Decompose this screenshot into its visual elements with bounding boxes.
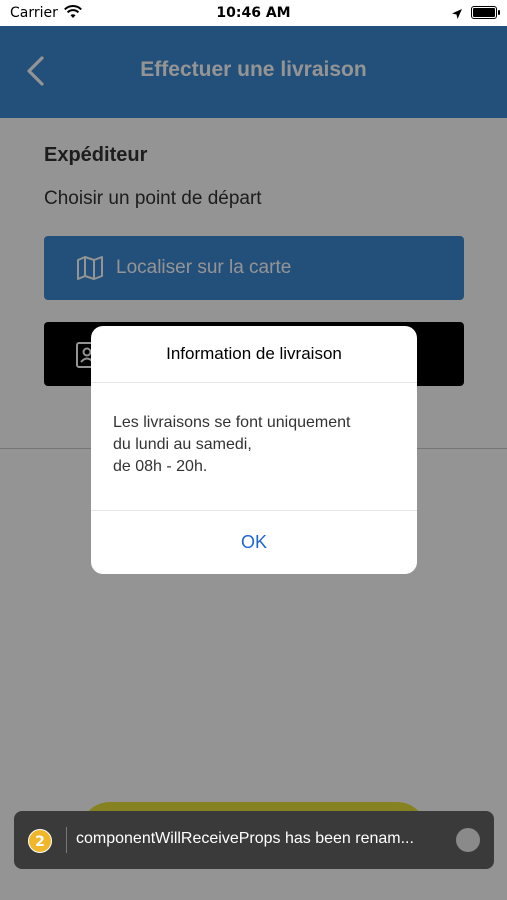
clock: 10:46 AM: [216, 5, 291, 21]
dialog-divider: [91, 382, 417, 383]
warning-count-badge: 2: [28, 829, 52, 853]
dialog-title: Information de livraison: [166, 344, 342, 363]
toast-message: componentWillReceiveProps has been renam…: [76, 830, 414, 847]
delivery-info-dialog: Information de livraison Les livraisons …: [91, 326, 417, 574]
dialog-message-line: de 08h - 20h.: [113, 458, 208, 475]
dismiss-icon[interactable]: [456, 828, 480, 852]
battery-icon: [471, 6, 500, 19]
warning-toast[interactable]: 2 componentWillReceiveProps has been ren…: [14, 811, 494, 869]
dialog-message-line: Les livraisons se font uniquement: [113, 414, 351, 431]
status-bar: Carrier 10:46 AM: [0, 0, 507, 26]
location-arrow-icon: [451, 5, 463, 24]
dialog-message: Les livraisons se font uniquement du lun…: [113, 412, 403, 478]
dialog-ok-button[interactable]: OK: [91, 510, 417, 574]
dialog-message-line: du lundi au samedi,: [113, 436, 252, 453]
toast-divider: [66, 827, 67, 853]
